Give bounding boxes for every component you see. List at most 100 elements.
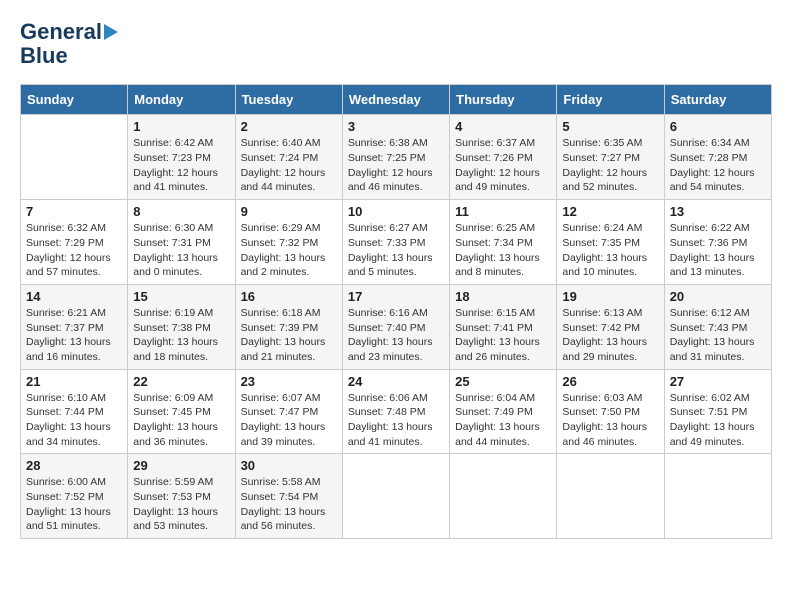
day-details: Sunrise: 5:59 AM Sunset: 7:53 PM Dayligh… [133, 475, 229, 534]
day-header-tuesday: Tuesday [235, 85, 342, 115]
day-details: Sunrise: 6:42 AM Sunset: 7:23 PM Dayligh… [133, 136, 229, 195]
calendar-week-3: 14 Sunrise: 6:21 AM Sunset: 7:37 PM Dayl… [21, 284, 772, 369]
calendar-cell: 28 Sunrise: 6:00 AM Sunset: 7:52 PM Dayl… [21, 454, 128, 539]
day-details: Sunrise: 6:32 AM Sunset: 7:29 PM Dayligh… [26, 221, 122, 280]
day-details: Sunrise: 6:29 AM Sunset: 7:32 PM Dayligh… [241, 221, 337, 280]
calendar-cell: 19 Sunrise: 6:13 AM Sunset: 7:42 PM Dayl… [557, 284, 664, 369]
calendar-cell [557, 454, 664, 539]
day-number: 21 [26, 374, 122, 389]
calendar-cell: 16 Sunrise: 6:18 AM Sunset: 7:39 PM Dayl… [235, 284, 342, 369]
day-details: Sunrise: 5:58 AM Sunset: 7:54 PM Dayligh… [241, 475, 337, 534]
day-details: Sunrise: 6:24 AM Sunset: 7:35 PM Dayligh… [562, 221, 658, 280]
calendar-cell [21, 115, 128, 200]
day-details: Sunrise: 6:06 AM Sunset: 7:48 PM Dayligh… [348, 391, 444, 450]
day-details: Sunrise: 6:22 AM Sunset: 7:36 PM Dayligh… [670, 221, 766, 280]
day-details: Sunrise: 6:30 AM Sunset: 7:31 PM Dayligh… [133, 221, 229, 280]
day-details: Sunrise: 6:02 AM Sunset: 7:51 PM Dayligh… [670, 391, 766, 450]
day-header-saturday: Saturday [664, 85, 771, 115]
day-details: Sunrise: 6:21 AM Sunset: 7:37 PM Dayligh… [26, 306, 122, 365]
calendar-cell: 11 Sunrise: 6:25 AM Sunset: 7:34 PM Dayl… [450, 200, 557, 285]
calendar-cell: 2 Sunrise: 6:40 AM Sunset: 7:24 PM Dayli… [235, 115, 342, 200]
day-number: 26 [562, 374, 658, 389]
calendar-table: SundayMondayTuesdayWednesdayThursdayFrid… [20, 84, 772, 539]
calendar-cell: 1 Sunrise: 6:42 AM Sunset: 7:23 PM Dayli… [128, 115, 235, 200]
day-header-thursday: Thursday [450, 85, 557, 115]
calendar-cell: 18 Sunrise: 6:15 AM Sunset: 7:41 PM Dayl… [450, 284, 557, 369]
day-header-friday: Friday [557, 85, 664, 115]
day-header-sunday: Sunday [21, 85, 128, 115]
day-number: 11 [455, 204, 551, 219]
day-details: Sunrise: 6:37 AM Sunset: 7:26 PM Dayligh… [455, 136, 551, 195]
day-details: Sunrise: 6:18 AM Sunset: 7:39 PM Dayligh… [241, 306, 337, 365]
day-details: Sunrise: 6:19 AM Sunset: 7:38 PM Dayligh… [133, 306, 229, 365]
calendar-cell: 29 Sunrise: 5:59 AM Sunset: 7:53 PM Dayl… [128, 454, 235, 539]
calendar-cell: 3 Sunrise: 6:38 AM Sunset: 7:25 PM Dayli… [342, 115, 449, 200]
day-details: Sunrise: 6:00 AM Sunset: 7:52 PM Dayligh… [26, 475, 122, 534]
calendar-cell: 14 Sunrise: 6:21 AM Sunset: 7:37 PM Dayl… [21, 284, 128, 369]
day-details: Sunrise: 6:10 AM Sunset: 7:44 PM Dayligh… [26, 391, 122, 450]
logo-arrow-icon [104, 24, 118, 40]
day-number: 25 [455, 374, 551, 389]
day-number: 9 [241, 204, 337, 219]
calendar-cell: 21 Sunrise: 6:10 AM Sunset: 7:44 PM Dayl… [21, 369, 128, 454]
day-number: 4 [455, 119, 551, 134]
day-header-wednesday: Wednesday [342, 85, 449, 115]
day-number: 20 [670, 289, 766, 304]
calendar-cell: 15 Sunrise: 6:19 AM Sunset: 7:38 PM Dayl… [128, 284, 235, 369]
calendar-cell: 8 Sunrise: 6:30 AM Sunset: 7:31 PM Dayli… [128, 200, 235, 285]
day-number: 16 [241, 289, 337, 304]
day-number: 29 [133, 458, 229, 473]
day-number: 3 [348, 119, 444, 134]
logo-general: General [20, 20, 102, 44]
day-details: Sunrise: 6:03 AM Sunset: 7:50 PM Dayligh… [562, 391, 658, 450]
calendar-cell: 24 Sunrise: 6:06 AM Sunset: 7:48 PM Dayl… [342, 369, 449, 454]
calendar-week-4: 21 Sunrise: 6:10 AM Sunset: 7:44 PM Dayl… [21, 369, 772, 454]
calendar-cell: 26 Sunrise: 6:03 AM Sunset: 7:50 PM Dayl… [557, 369, 664, 454]
calendar-cell [664, 454, 771, 539]
day-number: 23 [241, 374, 337, 389]
day-details: Sunrise: 6:07 AM Sunset: 7:47 PM Dayligh… [241, 391, 337, 450]
day-number: 1 [133, 119, 229, 134]
calendar-cell: 25 Sunrise: 6:04 AM Sunset: 7:49 PM Dayl… [450, 369, 557, 454]
calendar-week-5: 28 Sunrise: 6:00 AM Sunset: 7:52 PM Dayl… [21, 454, 772, 539]
day-number: 30 [241, 458, 337, 473]
day-details: Sunrise: 6:27 AM Sunset: 7:33 PM Dayligh… [348, 221, 444, 280]
day-details: Sunrise: 6:35 AM Sunset: 7:27 PM Dayligh… [562, 136, 658, 195]
calendar-cell: 12 Sunrise: 6:24 AM Sunset: 7:35 PM Dayl… [557, 200, 664, 285]
calendar-cell: 22 Sunrise: 6:09 AM Sunset: 7:45 PM Dayl… [128, 369, 235, 454]
day-number: 19 [562, 289, 658, 304]
day-number: 14 [26, 289, 122, 304]
calendar-cell [450, 454, 557, 539]
day-number: 7 [26, 204, 122, 219]
day-number: 24 [348, 374, 444, 389]
calendar-header-row: SundayMondayTuesdayWednesdayThursdayFrid… [21, 85, 772, 115]
day-number: 28 [26, 458, 122, 473]
calendar-cell: 6 Sunrise: 6:34 AM Sunset: 7:28 PM Dayli… [664, 115, 771, 200]
calendar-cell: 20 Sunrise: 6:12 AM Sunset: 7:43 PM Dayl… [664, 284, 771, 369]
day-number: 22 [133, 374, 229, 389]
calendar-cell: 17 Sunrise: 6:16 AM Sunset: 7:40 PM Dayl… [342, 284, 449, 369]
day-number: 8 [133, 204, 229, 219]
calendar-cell: 30 Sunrise: 5:58 AM Sunset: 7:54 PM Dayl… [235, 454, 342, 539]
day-number: 6 [670, 119, 766, 134]
day-header-monday: Monday [128, 85, 235, 115]
calendar-cell: 27 Sunrise: 6:02 AM Sunset: 7:51 PM Dayl… [664, 369, 771, 454]
calendar-cell: 9 Sunrise: 6:29 AM Sunset: 7:32 PM Dayli… [235, 200, 342, 285]
day-number: 17 [348, 289, 444, 304]
calendar-cell: 5 Sunrise: 6:35 AM Sunset: 7:27 PM Dayli… [557, 115, 664, 200]
day-details: Sunrise: 6:13 AM Sunset: 7:42 PM Dayligh… [562, 306, 658, 365]
day-number: 5 [562, 119, 658, 134]
calendar-cell [342, 454, 449, 539]
day-number: 18 [455, 289, 551, 304]
calendar-week-1: 1 Sunrise: 6:42 AM Sunset: 7:23 PM Dayli… [21, 115, 772, 200]
day-number: 12 [562, 204, 658, 219]
day-number: 13 [670, 204, 766, 219]
day-details: Sunrise: 6:04 AM Sunset: 7:49 PM Dayligh… [455, 391, 551, 450]
day-details: Sunrise: 6:25 AM Sunset: 7:34 PM Dayligh… [455, 221, 551, 280]
calendar-week-2: 7 Sunrise: 6:32 AM Sunset: 7:29 PM Dayli… [21, 200, 772, 285]
calendar-cell: 7 Sunrise: 6:32 AM Sunset: 7:29 PM Dayli… [21, 200, 128, 285]
day-details: Sunrise: 6:12 AM Sunset: 7:43 PM Dayligh… [670, 306, 766, 365]
day-number: 10 [348, 204, 444, 219]
logo-blue: Blue [20, 44, 68, 68]
day-number: 2 [241, 119, 337, 134]
